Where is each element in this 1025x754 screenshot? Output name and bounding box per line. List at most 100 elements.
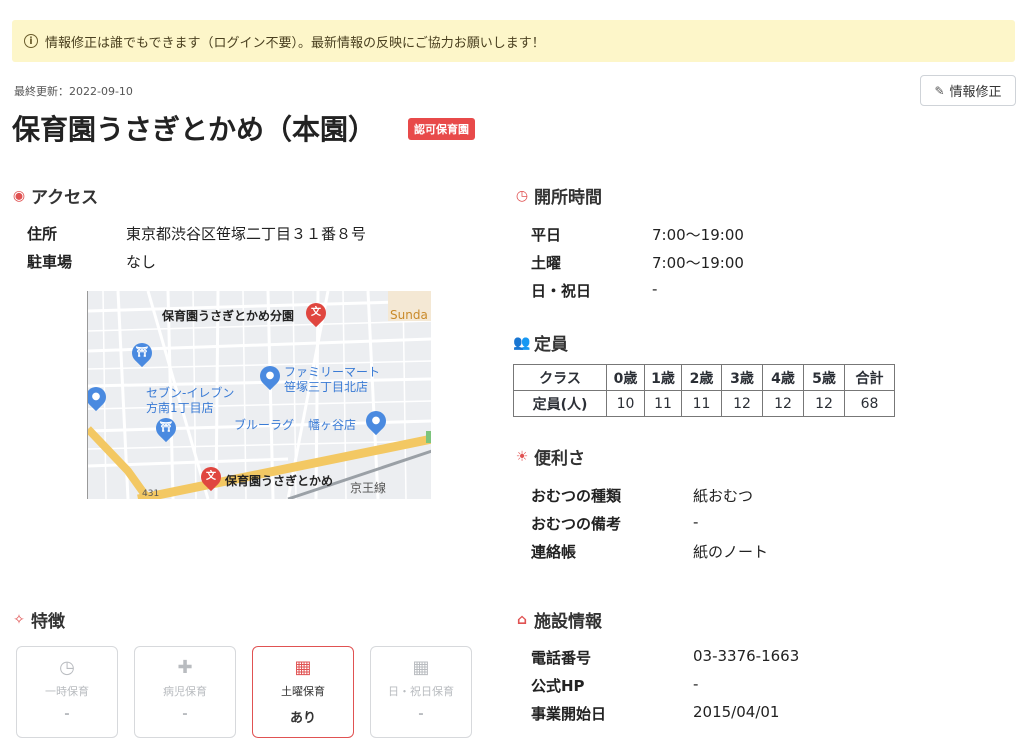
features-heading: ✧ 特徴 bbox=[10, 607, 65, 633]
clock-icon: ◷ bbox=[59, 657, 75, 678]
feature-name: 病児保育 bbox=[163, 685, 207, 698]
main-school-pin-icon[interactable]: 文 bbox=[196, 462, 226, 492]
diaper-note-value: - bbox=[693, 513, 699, 531]
phone-value[interactable]: 03-3376-1663 bbox=[693, 647, 799, 665]
notebook-value: 紙のノート bbox=[693, 543, 769, 561]
saturday-label: 土曜 bbox=[531, 254, 562, 272]
capacity-heading: 👥 定員 bbox=[513, 330, 568, 356]
capacity-cell: 12 bbox=[721, 390, 763, 417]
capacity-cell: 12 bbox=[803, 390, 845, 417]
feature-card-holiday[interactable]: ▦ 日・祝日保育 - bbox=[370, 646, 472, 738]
pencil-icon: ✎ bbox=[934, 83, 945, 98]
website-value: - bbox=[693, 675, 699, 693]
parking-value: なし bbox=[126, 253, 157, 271]
hours-heading-text: 開所時間 bbox=[534, 188, 602, 208]
branch-school-pin-icon[interactable]: 文 bbox=[301, 298, 331, 328]
diaper-note-label: おむつの備考 bbox=[531, 515, 622, 533]
map-label-route: 431 bbox=[142, 489, 160, 499]
last-updated: 最終更新：2022-09-10 bbox=[14, 85, 133, 98]
location-pin-icon: ◉ bbox=[12, 187, 26, 204]
start-date-value: 2015/04/01 bbox=[693, 703, 780, 721]
edit-button-label: 情報修正 bbox=[949, 85, 1002, 100]
capacity-value-row: 定員(人) 10 11 11 12 12 12 68 bbox=[513, 390, 895, 417]
calendar-icon: ▦ bbox=[294, 657, 312, 678]
capacity-header-age0: 0歳 bbox=[606, 364, 645, 391]
website-label: 公式HP bbox=[531, 677, 585, 695]
calendar-icon: ▦ bbox=[412, 657, 430, 678]
info-notice: i 情報修正は誰でもできます（ログイン不要）。最新情報の反映にご協力お願いします… bbox=[12, 20, 1015, 62]
license-badge: 認可保育園 bbox=[408, 118, 475, 140]
capacity-header-class: クラス bbox=[513, 364, 607, 391]
feature-value: あり bbox=[289, 711, 316, 726]
map-label-family-mart-2: 笹塚三丁目北店 bbox=[284, 380, 369, 394]
capacity-header-row: クラス 0歳 1歳 2歳 3歳 4歳 5歳 合計 bbox=[513, 364, 895, 391]
feature-name: 土曜保育 bbox=[281, 685, 325, 698]
feature-name: 一時保育 bbox=[45, 685, 89, 698]
diaper-type-label: おむつの種類 bbox=[531, 487, 622, 505]
medical-hand-icon: ✚ bbox=[177, 657, 193, 678]
info-icon: i bbox=[24, 34, 38, 48]
notebook-label: 連絡帳 bbox=[531, 543, 577, 561]
weekday-label: 平日 bbox=[531, 226, 562, 244]
shopping-pin-2-icon[interactable]: ● bbox=[361, 406, 391, 436]
capacity-cell: 10 bbox=[606, 390, 645, 417]
lightbulb-icon: ☀ bbox=[515, 448, 529, 465]
capacity-table: クラス 0歳 1歳 2歳 3歳 4歳 5歳 合計 定員(人) 10 11 11 … bbox=[513, 364, 895, 417]
shrine-pin-icon[interactable]: ⛩ bbox=[127, 338, 157, 368]
access-heading: ◉ アクセス bbox=[10, 183, 99, 209]
feature-value: - bbox=[182, 707, 188, 722]
map-label-sunda: Sunda bbox=[390, 308, 428, 322]
hours-heading: ◷ 開所時間 bbox=[513, 183, 602, 209]
map-label-blue-rug: ブルーラグ bbox=[234, 418, 295, 432]
facility-heading-text: 施設情報 bbox=[534, 612, 602, 632]
capacity-cell: 11 bbox=[681, 390, 722, 417]
feature-card-temporary[interactable]: ◷ 一時保育 - bbox=[16, 646, 118, 738]
feature-value: - bbox=[418, 707, 424, 722]
saturday-value: 7:00〜19:00 bbox=[652, 254, 744, 272]
shrine-pin-2-icon[interactable]: ⛩ bbox=[151, 413, 181, 443]
house-icon: ⌂ bbox=[516, 611, 528, 628]
clock-icon: ◷ bbox=[515, 187, 529, 204]
feature-card-saturday[interactable]: ▦ 土曜保育 あり bbox=[252, 646, 354, 738]
map-label-branch: 保育園うさぎとかめ分園 bbox=[162, 309, 295, 323]
convenience-heading-text: 便利さ bbox=[534, 449, 585, 469]
facility-heading: ⌂ 施設情報 bbox=[513, 607, 602, 633]
parking-label: 駐車場 bbox=[27, 253, 73, 271]
holiday-label: 日・祝日 bbox=[531, 282, 592, 300]
address-value: 東京都渋谷区笹塚二丁目３１番８号 bbox=[126, 225, 367, 243]
capacity-header-total: 合計 bbox=[844, 364, 895, 391]
capacity-header-age2: 2歳 bbox=[681, 364, 722, 391]
capacity-cell: 11 bbox=[644, 390, 682, 417]
start-date-label: 事業開始日 bbox=[531, 705, 607, 723]
feature-card-sick-child[interactable]: ✚ 病児保育 - bbox=[134, 646, 236, 738]
address-label: 住所 bbox=[27, 225, 58, 243]
map-label-keio: 京王線 bbox=[350, 481, 387, 495]
weekday-value: 7:00〜19:00 bbox=[652, 226, 744, 244]
diaper-type-value: 紙おむつ bbox=[693, 487, 754, 505]
group-icon: 👥 bbox=[513, 334, 531, 351]
capacity-cell-total: 68 bbox=[844, 390, 895, 417]
capacity-heading-text: 定員 bbox=[534, 335, 568, 355]
holiday-value: - bbox=[652, 280, 658, 298]
feature-value: - bbox=[64, 707, 70, 722]
capacity-header-age4: 4歳 bbox=[762, 364, 804, 391]
capacity-cell: 12 bbox=[762, 390, 804, 417]
access-heading-text: アクセス bbox=[31, 188, 99, 208]
feature-name: 日・祝日保育 bbox=[388, 685, 454, 698]
convenience-heading: ☀ 便利さ bbox=[513, 444, 585, 470]
page-title: 保育園うさぎとかめ（本園） bbox=[12, 113, 377, 146]
map-label-seven-2: 方南1丁目店 bbox=[146, 401, 214, 415]
capacity-row-label: 定員(人) bbox=[513, 390, 607, 417]
capacity-header-age5: 5歳 bbox=[803, 364, 845, 391]
features-heading-text: 特徴 bbox=[31, 612, 65, 632]
phone-label: 電話番号 bbox=[531, 649, 592, 667]
map-label-main: 保育園うさぎとかめ bbox=[225, 474, 334, 488]
map-label-hatagaya: 幡ヶ谷店 bbox=[308, 418, 357, 432]
sparkle-icon: ✧ bbox=[13, 611, 25, 628]
capacity-header-age3: 3歳 bbox=[721, 364, 763, 391]
edit-info-button[interactable]: ✎ 情報修正 bbox=[920, 75, 1016, 106]
location-map[interactable]: 文 保育園うさぎとかめ分園 Sunda ⛩ ● ファミリーマート 笹塚三丁目北店… bbox=[87, 291, 431, 499]
capacity-header-age1: 1歳 bbox=[644, 364, 682, 391]
notice-text: 情報修正は誰でもできます（ログイン不要）。最新情報の反映にご協力お願いします！ bbox=[45, 35, 545, 51]
store-pin-icon[interactable]: ● bbox=[255, 361, 285, 391]
